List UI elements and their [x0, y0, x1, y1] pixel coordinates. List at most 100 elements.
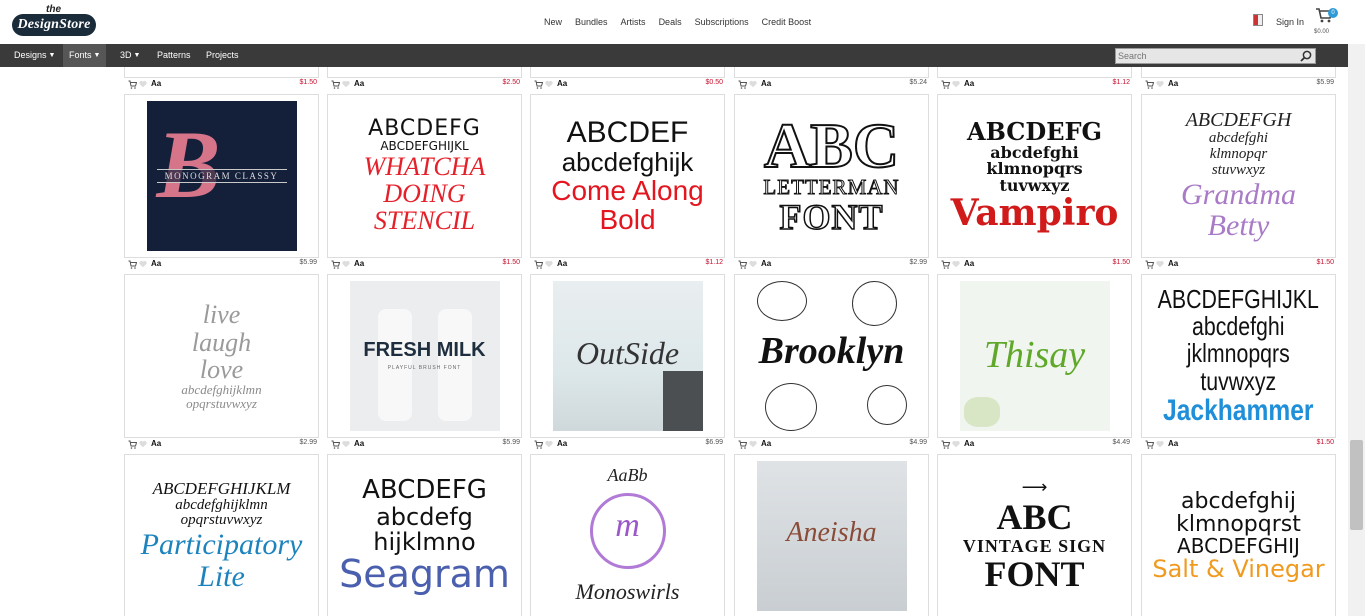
font-preview-aa[interactable]: Aa: [557, 439, 567, 448]
product-card[interactable]: [530, 67, 725, 78]
heart-icon[interactable]: [139, 440, 147, 448]
language-flag-icon[interactable]: [1253, 14, 1263, 26]
add-to-cart-icon[interactable]: [941, 80, 950, 89]
product-card[interactable]: ABCDEFG abcdefghi klmnopqrs tuvwxyz Vamp…: [937, 94, 1132, 258]
font-preview-aa[interactable]: Aa: [1168, 259, 1178, 268]
product-card[interactable]: Aneisha: [734, 454, 929, 616]
add-to-cart-icon[interactable]: [128, 80, 137, 89]
product-card[interactable]: ABCDEFG ABCDEFGHIJKL WHATCHA DOING STENC…: [327, 94, 522, 258]
nav-projects[interactable]: Projects: [200, 44, 245, 67]
product-card[interactable]: Thisay: [937, 274, 1132, 438]
font-preview-aa[interactable]: Aa: [964, 439, 974, 448]
search-input[interactable]: [1116, 49, 1296, 63]
product-card[interactable]: [124, 67, 319, 78]
add-to-cart-icon[interactable]: [941, 440, 950, 449]
add-to-cart-icon[interactable]: [941, 260, 950, 269]
nav-patterns[interactable]: Patterns: [151, 44, 197, 67]
add-to-cart-icon[interactable]: [534, 260, 543, 269]
heart-icon[interactable]: [139, 80, 147, 88]
font-preview-aa[interactable]: Aa: [354, 259, 364, 268]
font-preview-aa[interactable]: Aa: [964, 259, 974, 268]
product-card[interactable]: ABCDEFGHIJKL abcdefghi jklmnopqrs tuvwxy…: [1141, 274, 1336, 438]
heart-icon[interactable]: [139, 260, 147, 268]
cart-button[interactable]: 0 $0.00: [1314, 7, 1339, 39]
add-to-cart-icon[interactable]: [1145, 80, 1154, 89]
page-scrollbar-track[interactable]: [1348, 44, 1365, 616]
top-nav-deals[interactable]: Deals: [659, 17, 682, 27]
font-preview-aa[interactable]: Aa: [1168, 79, 1178, 88]
product-card[interactable]: [327, 67, 522, 78]
product-card[interactable]: OutSide: [530, 274, 725, 438]
card-actions: Aa $1.50: [937, 259, 1132, 271]
add-to-cart-icon[interactable]: [534, 440, 543, 449]
font-preview-aa[interactable]: Aa: [151, 259, 161, 268]
product-card[interactable]: live laugh love abcdefghijklmn opqrstuvw…: [124, 274, 319, 438]
add-to-cart-icon[interactable]: [331, 440, 340, 449]
product-card[interactable]: [734, 67, 929, 78]
heart-icon[interactable]: [749, 260, 757, 268]
top-nav-credit-boost[interactable]: Credit Boost: [762, 17, 812, 27]
nav-designs[interactable]: Designs ▼: [8, 44, 61, 67]
add-to-cart-icon[interactable]: [534, 80, 543, 89]
product-card[interactable]: abcdefghij klmnopqrst ABCDEFGHIJ Salt & …: [1141, 454, 1336, 616]
add-to-cart-icon[interactable]: [331, 80, 340, 89]
heart-icon[interactable]: [749, 80, 757, 88]
product-card[interactable]: B MONOGRAM CLASSY: [124, 94, 319, 258]
logo[interactable]: the DesignStore: [12, 4, 96, 38]
font-preview-aa[interactable]: Aa: [557, 259, 567, 268]
product-card[interactable]: ⟶ ABC VINTAGE SIGN FONT: [937, 454, 1132, 616]
heart-icon[interactable]: [545, 440, 553, 448]
heart-icon[interactable]: [1156, 260, 1164, 268]
product-card[interactable]: FRESH MILK PLAYFUL BRUSH FONT: [327, 274, 522, 438]
product-card[interactable]: ABCDEFGHIJKLM abcdefghijklmn opqrstuvwxy…: [124, 454, 319, 616]
nav-3d[interactable]: 3D ▼: [114, 44, 146, 67]
heart-icon[interactable]: [545, 260, 553, 268]
heart-icon[interactable]: [545, 80, 553, 88]
add-to-cart-icon[interactable]: [128, 260, 137, 269]
heart-icon[interactable]: [952, 260, 960, 268]
search-icon[interactable]: [1300, 50, 1312, 62]
font-preview-aa[interactable]: Aa: [761, 439, 771, 448]
heart-icon[interactable]: [1156, 80, 1164, 88]
font-preview-aa[interactable]: Aa: [354, 79, 364, 88]
top-nav-artists[interactable]: Artists: [621, 17, 646, 27]
product-card[interactable]: AaBb m Monoswirls: [530, 454, 725, 616]
product-card[interactable]: ABCDEFGH abcdefghi klmnopqr stuvwxyz Gra…: [1141, 94, 1336, 258]
font-preview-aa[interactable]: Aa: [354, 439, 364, 448]
heart-icon[interactable]: [952, 80, 960, 88]
top-nav-new[interactable]: New: [544, 17, 562, 27]
heart-icon[interactable]: [952, 440, 960, 448]
product-card[interactable]: ABCDEFG abcdefg hijklmno Seagram: [327, 454, 522, 616]
card-actions: Aa $2.99: [734, 259, 929, 271]
product-card[interactable]: Brooklyn: [734, 274, 929, 438]
product-card[interactable]: [1141, 67, 1336, 78]
sign-in-link[interactable]: Sign In: [1276, 17, 1304, 27]
top-nav-bundles[interactable]: Bundles: [575, 17, 608, 27]
add-to-cart-icon[interactable]: [738, 80, 747, 89]
add-to-cart-icon[interactable]: [1145, 440, 1154, 449]
product-card[interactable]: [937, 67, 1132, 78]
font-preview-aa[interactable]: Aa: [151, 79, 161, 88]
heart-icon[interactable]: [749, 440, 757, 448]
add-to-cart-icon[interactable]: [738, 260, 747, 269]
font-preview-aa[interactable]: Aa: [151, 439, 161, 448]
font-preview-aa[interactable]: Aa: [964, 79, 974, 88]
font-preview-aa[interactable]: Aa: [761, 79, 771, 88]
product-card[interactable]: ABCDEF abcdefghijk Come Along Bold: [530, 94, 725, 258]
font-preview-aa[interactable]: Aa: [1168, 439, 1178, 448]
page-scrollbar-thumb[interactable]: [1350, 440, 1363, 530]
preview-line: LETTERMAN: [763, 175, 900, 200]
product-card[interactable]: ABC LETTERMAN FONT: [734, 94, 929, 258]
add-to-cart-icon[interactable]: [331, 260, 340, 269]
top-nav-subscriptions[interactable]: Subscriptions: [695, 17, 749, 27]
heart-icon[interactable]: [342, 260, 350, 268]
add-to-cart-icon[interactable]: [738, 440, 747, 449]
font-preview-aa[interactable]: Aa: [557, 79, 567, 88]
heart-icon[interactable]: [1156, 440, 1164, 448]
nav-fonts[interactable]: Fonts ▼: [63, 44, 107, 67]
heart-icon[interactable]: [342, 80, 350, 88]
font-preview-aa[interactable]: Aa: [761, 259, 771, 268]
add-to-cart-icon[interactable]: [1145, 260, 1154, 269]
heart-icon[interactable]: [342, 440, 350, 448]
add-to-cart-icon[interactable]: [128, 440, 137, 449]
